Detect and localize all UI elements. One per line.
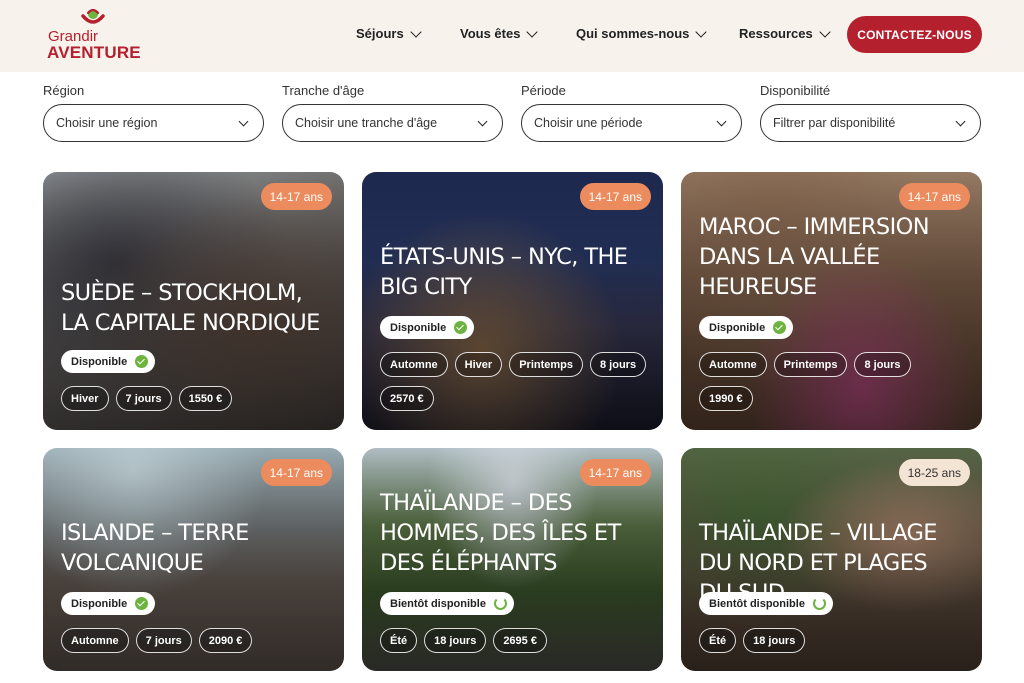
trip-card-maroc[interactable]: 14-17 ans Maroc – Immersion dans la vall…	[681, 172, 982, 430]
card-tags: Automne Printemps 8 jours 1990 €	[699, 352, 969, 411]
age-badge: 14-17 ans	[260, 183, 332, 210]
contact-button[interactable]: CONTACTEZ-NOUS	[847, 16, 982, 53]
chevron-down-icon	[477, 116, 488, 126]
filter-region: Région Choisir une région	[43, 83, 264, 142]
check-circle-icon	[773, 321, 787, 334]
age-badge: 14-17 ans	[260, 459, 332, 486]
logo-mark-icon	[81, 8, 105, 24]
tag-season: Automne	[61, 628, 129, 653]
card-title: Maroc – Immersion dans la vallée heureus…	[699, 214, 930, 300]
period-select[interactable]: Choisir une période	[521, 104, 742, 142]
card-title: États-Unis – NYC, the big city	[380, 244, 628, 300]
card-title: Suède – Stockholm, la capitale nordique	[61, 280, 320, 336]
card-title: Thaïlande – Des hommes, des îles et des …	[380, 490, 621, 576]
filter-label: Période	[521, 83, 566, 98]
tag-season: Hiver	[454, 352, 503, 377]
tag-duration: 18 jours	[743, 628, 806, 653]
check-circle-icon	[135, 355, 149, 368]
card-tags: Automne 7 jours 2090 €	[61, 628, 331, 653]
tag-duration: 18 jours	[424, 628, 487, 653]
availability-label: Disponible	[71, 355, 128, 368]
age-badge: 14-17 ans	[898, 183, 970, 210]
tag-price: 2695 €	[493, 628, 547, 653]
tag-duration: 7 jours	[135, 628, 192, 653]
availability-label: Bientôt disponible	[709, 597, 805, 610]
tag-duration: 7 jours	[115, 386, 172, 411]
chevron-down-icon	[695, 25, 708, 38]
tag-duration: 8 jours	[854, 352, 911, 377]
filter-availability: Disponibilité Filtrer par disponibilité	[760, 83, 981, 142]
tag-season: Printemps	[773, 352, 848, 377]
filter-age: Tranche d'âge Choisir une tranche d'âge	[282, 83, 503, 142]
availability-label: Disponible	[709, 321, 766, 334]
availability-badge: Disponible	[61, 592, 156, 615]
nav-vous-etes[interactable]: Vous êtes	[460, 25, 539, 41]
nav-ressources-label: Ressources	[739, 26, 813, 41]
trip-card-thailande-village[interactable]: 18-25 ans Thaïlande – Village du nord et…	[681, 448, 982, 671]
logo-text-aventure: AVENTURE	[47, 43, 141, 62]
chevron-down-icon	[716, 116, 727, 126]
age-badge: 18-25 ans	[898, 459, 970, 486]
card-tags: Hiver 7 jours 1550 €	[61, 386, 331, 411]
availability-label: Bientôt disponible	[390, 597, 486, 610]
card-title: Islande – Terre volcanique	[61, 520, 249, 576]
filter-label: Tranche d'âge	[282, 83, 365, 98]
age-select[interactable]: Choisir une tranche d'âge	[282, 104, 503, 142]
trip-card-thailande-elephants[interactable]: 14-17 ans Thaïlande – Des hommes, des îl…	[362, 448, 663, 671]
chevron-down-icon	[819, 25, 831, 38]
clock-refresh-icon	[493, 597, 507, 610]
availability-label: Disponible	[71, 597, 128, 610]
tag-season: Été	[699, 628, 737, 653]
age-badge: 14-17 ans	[579, 459, 651, 486]
check-circle-icon	[454, 321, 468, 334]
card-tags: Été 18 jours 2695 €	[380, 628, 650, 653]
select-placeholder: Choisir une tranche d'âge	[295, 116, 438, 130]
tag-price: 1550 €	[178, 386, 233, 411]
tag-duration: 8 jours	[590, 352, 647, 377]
filter-label: Région	[43, 83, 85, 98]
trip-card-islande[interactable]: 14-17 ans Islande – Terre volcanique Dis…	[43, 448, 344, 671]
select-placeholder: Choisir une région	[56, 116, 158, 130]
tag-season: Automne	[380, 352, 448, 377]
availability-badge: Disponible	[61, 350, 156, 373]
availability-badge: Bientôt disponible	[699, 592, 833, 615]
tag-season: Automne	[699, 352, 767, 377]
region-select[interactable]: Choisir une région	[43, 104, 264, 142]
availability-badge: Bientôt disponible	[380, 592, 514, 615]
clock-refresh-icon	[812, 597, 826, 610]
tag-season: Printemps	[509, 352, 583, 377]
trip-card-nyc[interactable]: 14-17 ans États-Unis – NYC, the big city…	[362, 172, 663, 430]
chevron-down-icon	[238, 116, 249, 126]
card-tags: Été 18 jours	[699, 628, 969, 653]
chevron-down-icon	[526, 25, 539, 38]
tag-price: 2570 €	[380, 386, 434, 411]
availability-badge: Disponible	[380, 316, 475, 339]
select-placeholder: Choisir une période	[534, 116, 643, 130]
tag-price: 2090 €	[198, 628, 253, 653]
card-tags: Automne Hiver Printemps 8 jours 2570 €	[380, 352, 650, 411]
check-circle-icon	[135, 597, 149, 610]
trip-card-suede[interactable]: 14-17 ans Suède – Stockholm, la capitale…	[43, 172, 344, 430]
availability-badge: Disponible	[699, 316, 794, 339]
availability-label: Disponible	[390, 321, 447, 334]
chevron-down-icon	[955, 116, 966, 126]
nav-qui-sommes-nous[interactable]: Qui sommes-nous	[576, 25, 708, 41]
nav-sejours[interactable]: Séjours	[356, 25, 422, 41]
filter-label: Disponibilité	[760, 83, 831, 98]
tag-price: 1990 €	[699, 386, 753, 411]
brand-logo[interactable]: Grandir AVENTURE	[44, 6, 144, 66]
age-badge: 14-17 ans	[579, 183, 651, 210]
site-header: Grandir AVENTURE Séjours Vous êtes Qui s…	[0, 0, 1024, 72]
select-placeholder: Filtrer par disponibilité	[773, 116, 896, 130]
chevron-down-icon	[410, 25, 422, 38]
availability-select[interactable]: Filtrer par disponibilité	[760, 104, 981, 142]
tag-season: Été	[380, 628, 418, 653]
nav-qui-sommes-nous-label: Qui sommes-nous	[576, 26, 690, 41]
nav-vous-etes-label: Vous êtes	[460, 26, 521, 41]
filter-period: Période Choisir une période	[521, 83, 742, 142]
tag-season: Hiver	[61, 386, 109, 411]
nav-ressources[interactable]: Ressources	[739, 25, 831, 41]
nav-sejours-label: Séjours	[356, 26, 404, 41]
